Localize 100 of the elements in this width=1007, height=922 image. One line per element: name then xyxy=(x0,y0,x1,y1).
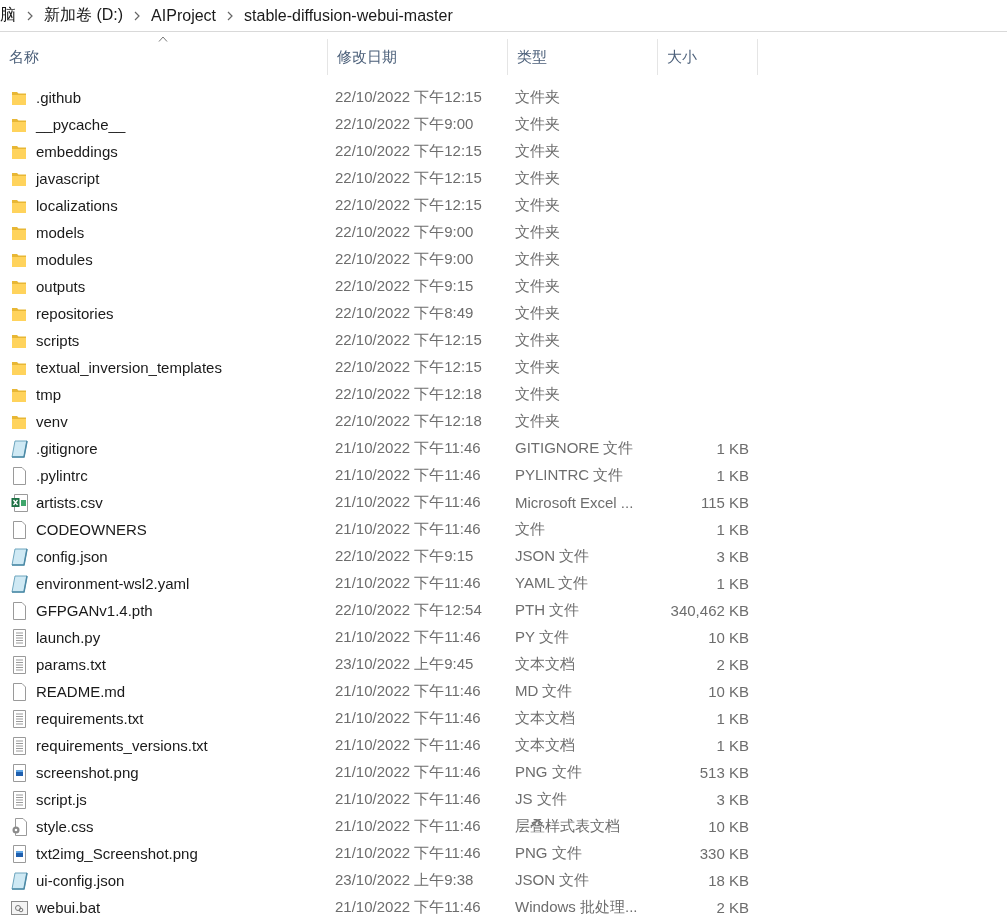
file-size: 3 KB xyxy=(715,791,749,808)
gear-document-icon xyxy=(11,816,28,837)
file-size: 10 KB xyxy=(707,629,749,646)
breadcrumb-item[interactable]: stable-diffusion-webui-master xyxy=(238,6,459,25)
chevron-right-icon xyxy=(226,10,235,21)
modified-date: 22/10/2022 下午9:15 xyxy=(334,547,475,566)
modified-date: 22/10/2022 下午12:15 xyxy=(334,196,483,215)
file-name[interactable]: tmp xyxy=(36,386,61,403)
file-name[interactable]: .github xyxy=(36,89,82,106)
file-size: 1 KB xyxy=(715,575,749,592)
chevron-right-icon xyxy=(26,10,34,21)
file-size: 115 KB xyxy=(699,494,749,511)
text-document-icon xyxy=(11,708,28,729)
file-type: GITIGNORE 文件 xyxy=(514,439,635,458)
file-type: Microsoft Excel ... xyxy=(514,494,635,511)
file-type: 文件夹 xyxy=(514,223,561,242)
file-size: 330 KB xyxy=(698,845,749,862)
file-type: 文本文档 xyxy=(514,655,576,674)
file-type: 文件夹 xyxy=(514,277,561,296)
breadcrumb-item[interactable]: 新加卷 (D:) xyxy=(38,5,130,26)
file-type: YAML 文件 xyxy=(514,574,590,593)
file-name[interactable]: models xyxy=(36,224,85,241)
modified-date: 22/10/2022 下午12:15 xyxy=(334,358,483,377)
file-name[interactable]: script.js xyxy=(36,791,87,808)
column-header[interactable]: 名称 xyxy=(0,39,328,75)
file-name[interactable]: __pycache__ xyxy=(36,116,126,133)
file-name[interactable]: scripts xyxy=(36,332,80,349)
breadcrumb-item[interactable]: 脑 xyxy=(0,5,22,26)
file-name[interactable]: launch.py xyxy=(36,629,101,646)
file-name[interactable]: outputs xyxy=(36,278,86,295)
file-type: PY 文件 xyxy=(514,628,570,647)
modified-date: 21/10/2022 下午11:46 xyxy=(334,790,482,809)
modified-date: 23/10/2022 上午9:45 xyxy=(334,655,475,674)
file-name[interactable]: style.css xyxy=(36,818,94,835)
file-type: 文件夹 xyxy=(514,385,561,404)
notepad-icon xyxy=(11,870,28,891)
file-name[interactable]: artists.csv xyxy=(36,494,103,511)
file-name[interactable]: requirements_versions.txt xyxy=(36,737,208,754)
file-size: 1 KB xyxy=(715,710,749,727)
file-name[interactable]: javascript xyxy=(36,170,100,187)
file-name[interactable]: .pylintrc xyxy=(36,467,88,484)
file-type: 文件夹 xyxy=(514,331,561,350)
column-header[interactable]: 修改日期 xyxy=(328,39,508,75)
image-file-icon xyxy=(11,843,28,864)
file-type: JSON 文件 xyxy=(514,871,591,890)
file-name[interactable]: webui.bat xyxy=(36,899,101,916)
modified-date: 21/10/2022 下午11:46 xyxy=(334,493,482,512)
file-size: 1 KB xyxy=(715,521,749,538)
file-size: 10 KB xyxy=(707,683,749,700)
modified-date: 21/10/2022 下午11:46 xyxy=(334,682,482,701)
file-type: PTH 文件 xyxy=(514,601,581,620)
modified-date: 22/10/2022 下午9:00 xyxy=(334,250,475,269)
file-type: 层叠样式表文档 xyxy=(514,817,621,836)
modified-date: 22/10/2022 下午12:54 xyxy=(334,601,483,620)
column-header[interactable]: 大小 xyxy=(658,39,758,75)
file-name[interactable]: repositories xyxy=(36,305,114,322)
file-name[interactable]: modules xyxy=(36,251,93,268)
text-document-icon xyxy=(11,627,28,648)
modified-date: 22/10/2022 下午9:00 xyxy=(334,223,475,242)
modified-date: 22/10/2022 下午12:15 xyxy=(334,169,483,188)
file-name[interactable]: screenshot.png xyxy=(36,764,139,781)
modified-date: 21/10/2022 下午11:46 xyxy=(334,817,482,836)
file-type: 文件夹 xyxy=(514,142,561,161)
file-name[interactable]: config.json xyxy=(36,548,108,565)
document-icon xyxy=(11,465,28,486)
modified-date: 21/10/2022 下午11:46 xyxy=(334,628,482,647)
text-document-icon xyxy=(11,654,28,675)
file-name[interactable]: README.md xyxy=(36,683,126,700)
file-size: 1 KB xyxy=(715,467,749,484)
file-type: 文件夹 xyxy=(514,358,561,377)
file-name[interactable]: textual_inversion_templates xyxy=(36,359,222,376)
breadcrumb-item[interactable]: AIProject xyxy=(145,6,223,25)
file-name[interactable]: ui-config.json xyxy=(36,872,125,889)
column-header[interactable]: 类型 xyxy=(508,39,658,75)
text-document-icon xyxy=(11,789,28,810)
file-type: 文件夹 xyxy=(514,412,561,431)
file-size: 18 KB xyxy=(707,872,749,889)
file-type: PNG 文件 xyxy=(514,844,583,863)
modified-date: 23/10/2022 上午9:38 xyxy=(334,871,475,890)
file-name[interactable]: CODEOWNERS xyxy=(36,521,147,538)
file-name[interactable]: embeddings xyxy=(36,143,118,160)
document-icon xyxy=(11,600,28,621)
notepad-icon xyxy=(11,438,28,459)
file-size: 10 KB xyxy=(707,818,749,835)
modified-date: 21/10/2022 下午11:46 xyxy=(334,520,482,539)
modified-date: 21/10/2022 下午11:46 xyxy=(334,439,482,458)
file-name[interactable]: requirements.txt xyxy=(36,710,144,727)
file-name[interactable]: venv xyxy=(36,413,68,430)
file-size: 513 KB xyxy=(698,764,749,781)
file-name[interactable]: localizations xyxy=(36,197,118,214)
modified-date: 22/10/2022 下午12:15 xyxy=(334,142,483,161)
image-file-icon xyxy=(11,762,28,783)
file-type: PYLINTRC 文件 xyxy=(514,466,625,485)
file-type: 文件夹 xyxy=(514,88,561,107)
file-type: 文件夹 xyxy=(514,196,561,215)
file-name[interactable]: GFPGANv1.4.pth xyxy=(36,602,153,619)
file-name[interactable]: txt2img_Screenshot.png xyxy=(36,845,198,862)
file-name[interactable]: environment-wsl2.yaml xyxy=(36,575,190,592)
file-name[interactable]: .gitignore xyxy=(36,440,98,457)
file-name[interactable]: params.txt xyxy=(36,656,107,673)
